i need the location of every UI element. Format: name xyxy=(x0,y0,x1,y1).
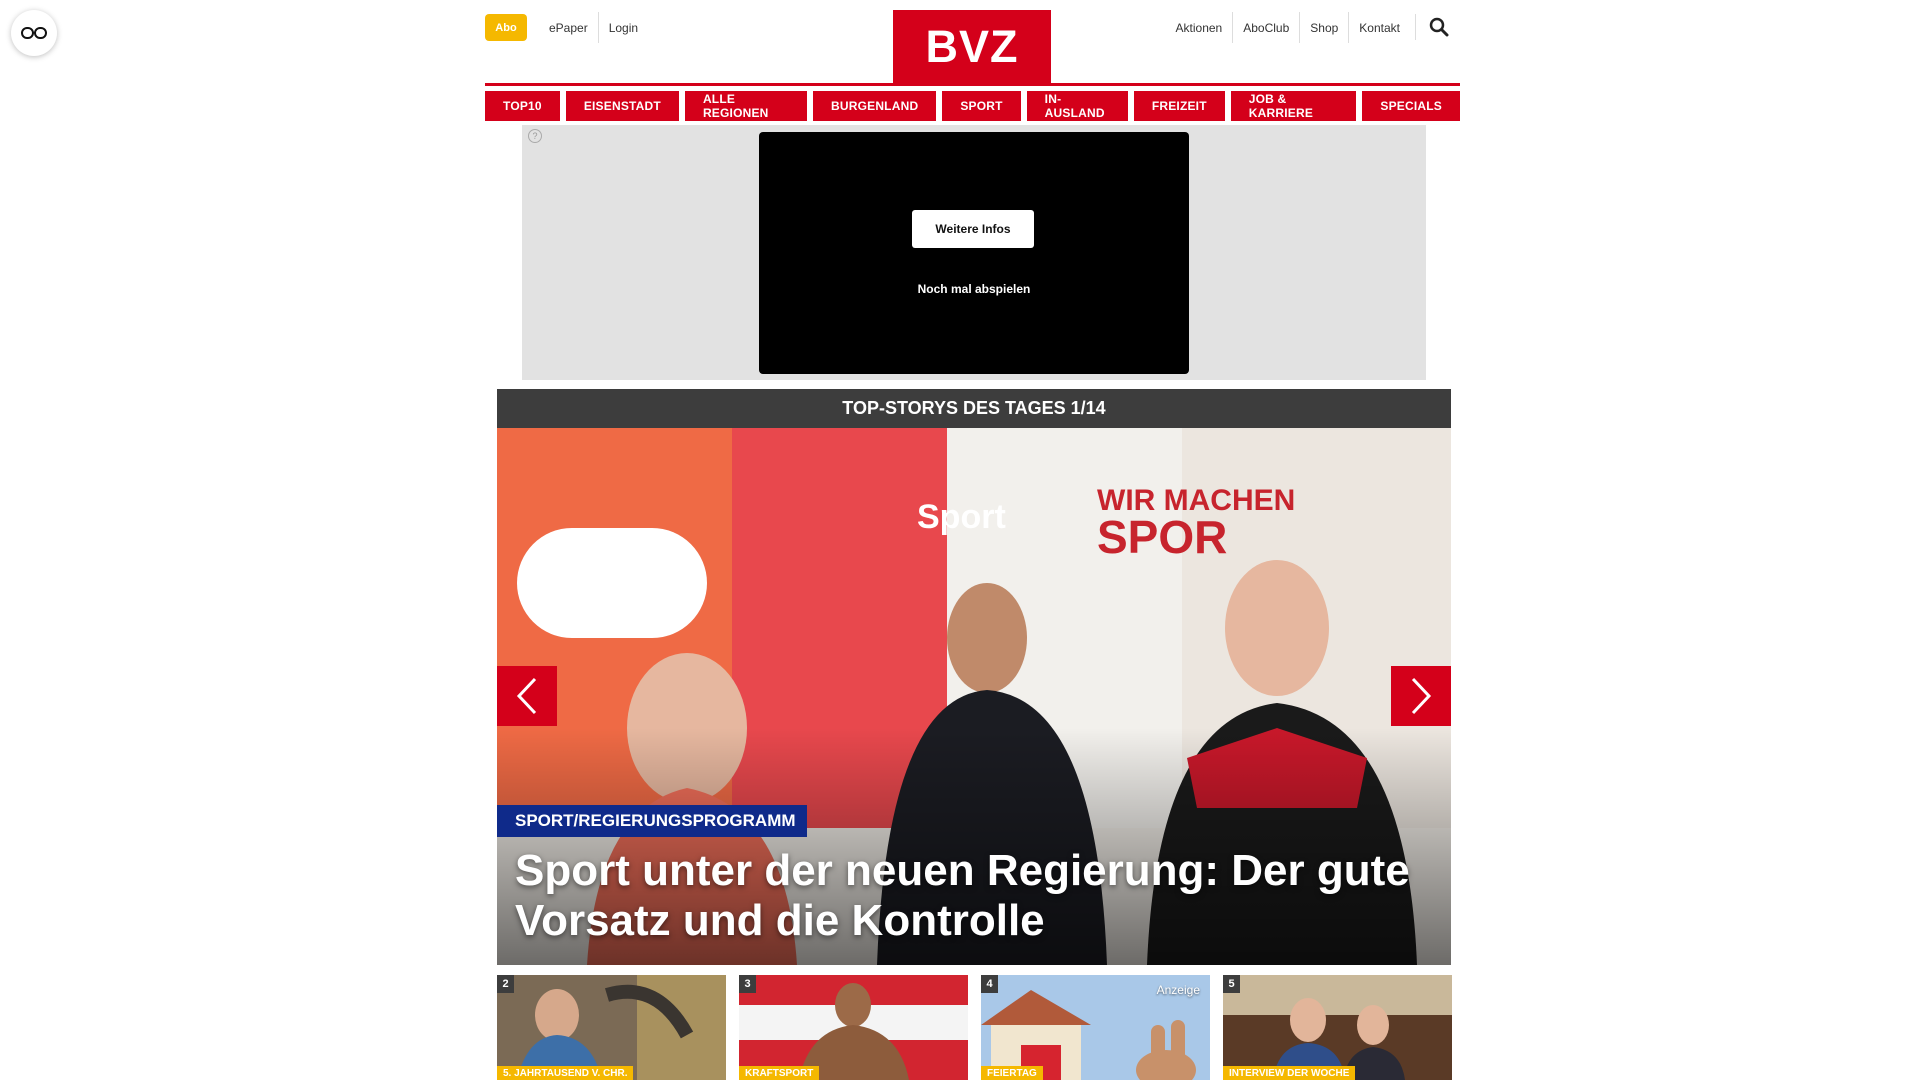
carousel-prev-button[interactable] xyxy=(497,666,557,726)
accessibility-icon xyxy=(21,27,47,39)
hero-story[interactable]: Sport WIR MACHEN SPOR SPORT/REGIERUNGSPR… xyxy=(497,428,1451,965)
top-links-left: ePaper Login xyxy=(539,12,648,43)
story-thumbnails: 2 5. JAHRTAUSEND V. CHR. 3 KRAFTSPORT 4 … xyxy=(497,975,1452,1080)
sponsored-label: Anzeige xyxy=(1156,983,1200,997)
aktionen-link[interactable]: Aktionen xyxy=(1166,12,1233,43)
accessibility-button[interactable] xyxy=(11,10,57,56)
nav-item-sport[interactable]: SPORT xyxy=(942,91,1021,121)
nav-item-top10[interactable]: TOP10 xyxy=(485,91,560,121)
story-tag: 5. JAHRTAUSEND V. CHR. xyxy=(497,1066,634,1080)
nav-item-alle-regionen[interactable]: ALLE REGIONEN xyxy=(684,91,807,121)
story-number: 4 xyxy=(981,975,998,993)
replay-link[interactable]: Noch mal abspielen xyxy=(759,282,1189,296)
chevron-left-icon xyxy=(516,677,537,715)
nav-item-specials[interactable]: SPECIALS xyxy=(1362,91,1460,121)
hero-kicker[interactable]: SPORT/REGIERUNGSPROGRAMM xyxy=(497,805,807,837)
header-divider xyxy=(485,83,1460,86)
nav-item-burgenland[interactable]: BURGENLAND xyxy=(812,91,937,121)
epaper-link[interactable]: ePaper xyxy=(539,12,598,43)
thumbnail-image xyxy=(497,975,726,1080)
abo-button[interactable]: Abo xyxy=(485,14,527,41)
ad-container: ? Weitere Infos Noch mal abspielen xyxy=(522,125,1426,380)
carousel-next-button[interactable] xyxy=(1391,666,1451,726)
nav-item-job-karriere[interactable]: JOB & KARRIERE xyxy=(1230,91,1357,121)
more-info-button[interactable]: Weitere Infos xyxy=(912,210,1034,248)
nav-item-eisenstadt[interactable]: EISENSTADT xyxy=(565,91,679,121)
video-player[interactable]: Weitere Infos Noch mal abspielen xyxy=(759,132,1189,374)
story-tag: INTERVIEW DER WOCHE xyxy=(1223,1066,1356,1080)
story-tag: FEIERTAG xyxy=(981,1066,1043,1080)
nav-item-freizeit[interactable]: FREIZEIT xyxy=(1133,91,1225,121)
story-tag: KRAFTSPORT xyxy=(739,1066,820,1080)
story-thumbnail[interactable]: 5 INTERVIEW DER WOCHE xyxy=(1223,975,1452,1080)
story-thumbnail[interactable]: 3 KRAFTSPORT xyxy=(739,975,968,1080)
thumbnail-image xyxy=(739,975,968,1080)
search-icon[interactable] xyxy=(1415,14,1452,40)
login-link[interactable]: Login xyxy=(597,12,648,43)
story-number: 5 xyxy=(1223,975,1240,993)
top-links-right: Aktionen AboClub Shop Kontakt xyxy=(1166,12,1410,43)
top-stories-title: TOP-STORYS DES TAGES 1/14 xyxy=(497,389,1451,428)
aboclub-link[interactable]: AboClub xyxy=(1232,12,1299,43)
ad-info-icon[interactable]: ? xyxy=(528,129,542,143)
top-header: Abo ePaper Login BVZ Aktionen AboClub Sh… xyxy=(485,0,1460,83)
shop-link[interactable]: Shop xyxy=(1299,12,1348,43)
bvz-logo[interactable]: BVZ xyxy=(893,10,1051,83)
story-number: 2 xyxy=(497,975,514,993)
story-thumbnail[interactable]: 4 Anzeige FEIERTAG xyxy=(981,975,1210,1080)
svg-text:SPOR: SPOR xyxy=(1097,511,1227,563)
story-thumbnail[interactable]: 2 5. JAHRTAUSEND V. CHR. xyxy=(497,975,726,1080)
kontakt-link[interactable]: Kontakt xyxy=(1348,12,1410,43)
thumbnail-image xyxy=(1223,975,1452,1080)
main-navigation: TOP10 EISENSTADT ALLE REGIONEN BURGENLAN… xyxy=(485,91,1460,121)
svg-text:Sport: Sport xyxy=(917,498,1006,536)
hero-headline[interactable]: Sport unter der neuen Regierung: Der gut… xyxy=(515,846,1445,946)
nav-item-in-ausland[interactable]: IN-AUSLAND xyxy=(1026,91,1128,121)
chevron-right-icon xyxy=(1411,677,1432,715)
story-number: 3 xyxy=(739,975,756,993)
